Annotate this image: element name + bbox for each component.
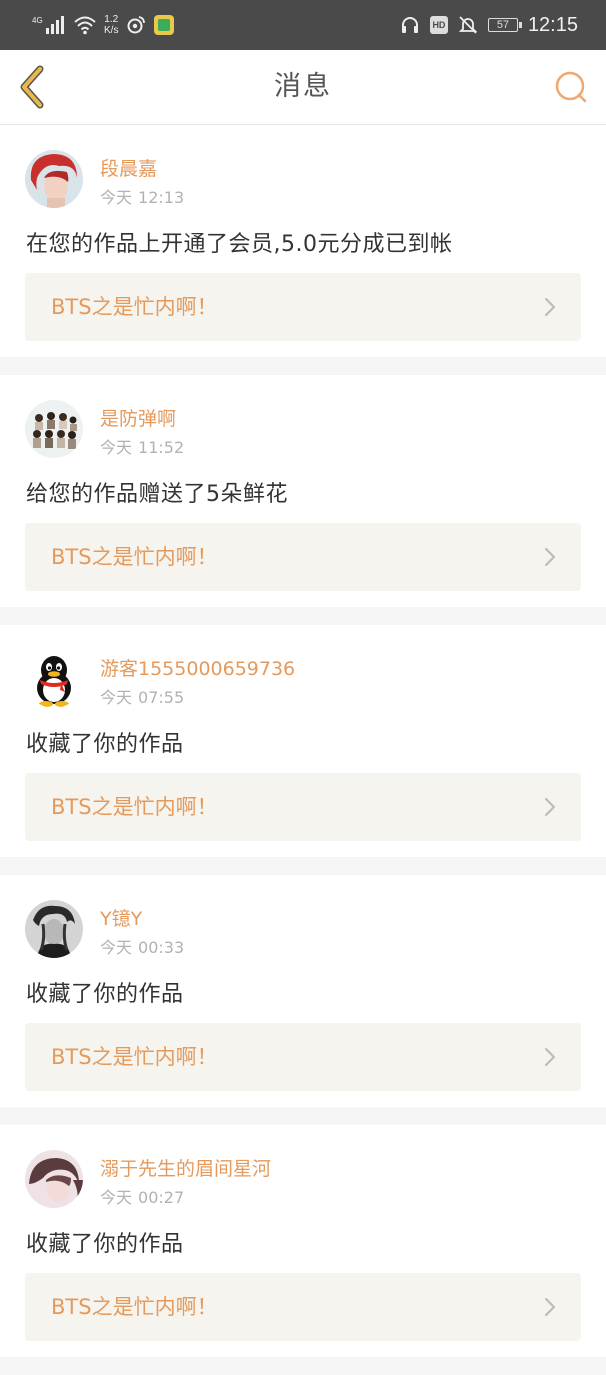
- work-link[interactable]: BTS之是忙内啊！: [25, 1023, 581, 1091]
- wifi-icon: [74, 16, 96, 35]
- work-title: BTS之是忙内啊！: [51, 295, 218, 319]
- avatar[interactable]: [25, 1150, 83, 1208]
- username[interactable]: 段晨嘉: [100, 154, 157, 181]
- timestamp: 今天 11:52: [100, 434, 184, 458]
- notification-card: Y镱Y 今天 00:33 收藏了你的作品 BTS之是忙内啊！: [0, 875, 606, 1107]
- weibo-icon: [127, 16, 146, 34]
- status-left: 4G 1.2 K/s: [32, 0, 175, 50]
- work-link[interactable]: BTS之是忙内啊！: [25, 773, 581, 841]
- notification-message: 收藏了你的作品: [26, 732, 184, 757]
- work-title: BTS之是忙内啊！: [51, 545, 218, 569]
- clock: 12:15: [527, 13, 578, 36]
- timestamp-day: 今天: [100, 438, 133, 457]
- notification-message: 收藏了你的作品: [26, 1232, 184, 1257]
- timestamp-time: 00:33: [138, 938, 185, 957]
- red-hair-portrait-avatar: [25, 150, 83, 208]
- timestamp-time: 12:13: [138, 188, 185, 207]
- search-button[interactable]: [550, 66, 592, 108]
- status-right: HD 57 12:15: [400, 0, 578, 50]
- work-link[interactable]: BTS之是忙内啊！: [25, 1273, 581, 1341]
- avatar[interactable]: [25, 650, 83, 708]
- avatar[interactable]: [25, 400, 83, 458]
- username[interactable]: Y镱Y: [100, 904, 142, 931]
- chevron-right-icon: [544, 797, 556, 817]
- timestamp: 今天 00:27: [100, 1184, 184, 1208]
- hd-badge: HD: [429, 16, 448, 34]
- username[interactable]: 是防弹啊: [100, 404, 176, 431]
- chevron-right-icon: [544, 1297, 556, 1317]
- battery-indicator: 57: [487, 18, 522, 32]
- notification-card: 是防弹啊 今天 11:52 给您的作品赠送了5朵鲜花 BTS之是忙内啊！: [0, 375, 606, 607]
- timestamp: 今天 07:55: [100, 684, 184, 708]
- network-speed-value: 1.2: [104, 14, 119, 25]
- work-title: BTS之是忙内啊！: [51, 1045, 218, 1069]
- notification-message: 在您的作品上开通了会员,5.0元分成已到帐: [26, 232, 453, 257]
- network-speed-unit: K/s: [104, 25, 119, 36]
- timestamp-time: 00:27: [138, 1188, 185, 1207]
- chevron-right-icon: [544, 1047, 556, 1067]
- username[interactable]: 溺于先生的眉间星河: [100, 1154, 271, 1181]
- signal-label: 4G: [32, 16, 43, 25]
- work-link[interactable]: BTS之是忙内啊！: [25, 273, 581, 341]
- work-link[interactable]: BTS之是忙内啊！: [25, 523, 581, 591]
- timestamp-day: 今天: [100, 188, 133, 207]
- notification-list: 段晨嘉 今天 12:13 在您的作品上开通了会员,5.0元分成已到帐 BTS之是忙…: [0, 125, 606, 1375]
- notification-card: 溺于先生的眉间星河 今天 00:27 收藏了你的作品 BTS之是忙内啊！: [0, 1125, 606, 1357]
- notification-card: 段晨嘉 今天 12:13 在您的作品上开通了会员,5.0元分成已到帐 BTS之是忙…: [0, 125, 606, 357]
- notification-card: 游客1555000659736 今天 07:55 收藏了你的作品 BTS之是忙内啊…: [0, 625, 606, 857]
- work-title: BTS之是忙内啊！: [51, 1295, 218, 1319]
- status-bar: 4G 1.2 K/s HD 57 12:15: [0, 0, 606, 50]
- search-icon: [555, 71, 587, 103]
- headphones-icon: [401, 17, 418, 33]
- username[interactable]: 游客1555000659736: [100, 654, 295, 681]
- pink-portrait-avatar: [25, 1150, 83, 1208]
- monochrome-portrait-avatar: [25, 900, 83, 958]
- avatar[interactable]: [25, 900, 83, 958]
- timestamp-day: 今天: [100, 938, 133, 957]
- qq-penguin-avatar: [25, 650, 83, 708]
- avatar[interactable]: [25, 150, 83, 208]
- timestamp: 今天 12:13: [100, 184, 184, 208]
- timestamp-time: 07:55: [138, 688, 185, 707]
- notification-message: 收藏了你的作品: [26, 982, 184, 1007]
- work-title: BTS之是忙内啊！: [51, 795, 218, 819]
- chevron-right-icon: [544, 297, 556, 317]
- group-photo-avatar: [25, 400, 83, 458]
- timestamp-day: 今天: [100, 1188, 133, 1207]
- page-title: 消息: [274, 71, 332, 102]
- network-speed: 1.2 K/s: [104, 14, 118, 36]
- notification-message: 给您的作品赠送了5朵鲜花: [26, 482, 288, 507]
- timestamp-time: 11:52: [138, 438, 185, 457]
- timestamp: 今天 00:33: [100, 934, 184, 958]
- bell-off-icon: [458, 16, 478, 34]
- timestamp-day: 今天: [100, 688, 133, 707]
- chevron-right-icon: [544, 547, 556, 567]
- app-notification-icon: [154, 15, 175, 35]
- signal-icon: 4G: [32, 16, 64, 34]
- top-nav-bar: 消息: [0, 50, 606, 125]
